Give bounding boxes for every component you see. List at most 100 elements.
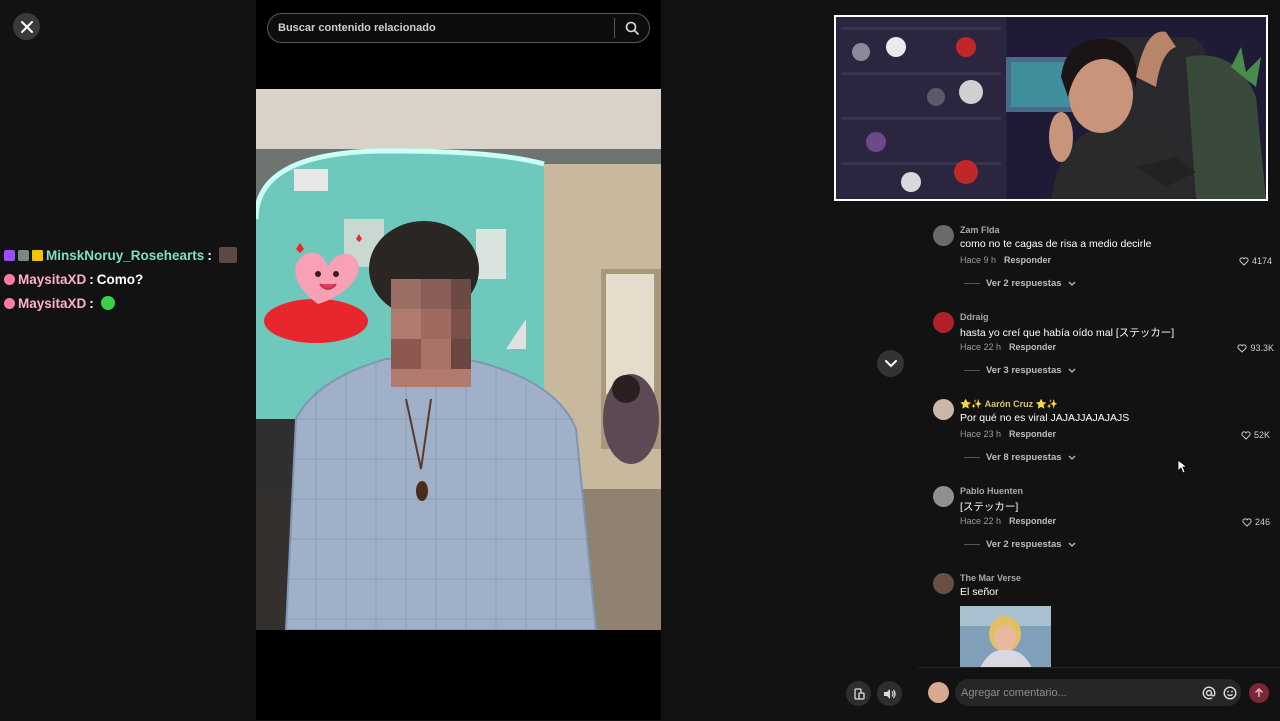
chat-username: MaysitaXD (18, 295, 87, 311)
emoji-icon (1223, 685, 1237, 700)
reply-button[interactable]: Responder (1009, 342, 1056, 352)
like-count: 4174 (1251, 256, 1272, 266)
chat-message: MinskNoruy_Rosehearts : (4, 243, 254, 267)
send-button[interactable] (1249, 683, 1269, 703)
avatar[interactable] (933, 399, 954, 420)
chat-message: MaysitaXD : Como? (4, 267, 254, 291)
replies-line (964, 544, 980, 545)
comment-time: Hace 9 h (960, 255, 997, 265)
view-replies-label: Ver 8 respuestas (986, 452, 1062, 463)
emote-icon (218, 247, 237, 263)
chat-separator: : (89, 295, 94, 311)
like-button[interactable]: 246 (1242, 517, 1270, 527)
device-icon (853, 687, 865, 700)
chat-message: MaysitaXD : (4, 291, 254, 315)
chevron-down-icon (1068, 542, 1075, 547)
replies-line (964, 457, 980, 458)
avatar[interactable] (933, 225, 954, 246)
mouse-cursor-icon (1177, 459, 1187, 474)
comment-username[interactable]: ⭐✨ Aarón Cruz ⭐✨ (960, 399, 1058, 410)
close-icon (20, 20, 33, 33)
replies-line (964, 283, 980, 284)
comment-text: [ステッカー] (960, 501, 1019, 513)
chat-separator: : (89, 271, 94, 287)
video-player[interactable] (256, 89, 661, 630)
heart-icon (1242, 517, 1252, 527)
badge-icon (4, 273, 15, 285)
speaker-icon (883, 688, 896, 699)
face-pixelation (391, 279, 471, 387)
miniplayer-button[interactable] (846, 681, 871, 706)
comment-meta: Hace 9 h Responder (960, 255, 1051, 265)
comment-meta: Hace 22 h Responder (960, 516, 1056, 526)
view-replies-label: Ver 2 respuestas (986, 539, 1062, 550)
comment-text: Por qué no es viral JAJAJJAJAJAJS (960, 412, 1130, 424)
chat-username: MaysitaXD (18, 271, 87, 287)
reply-button[interactable]: Responder (1004, 255, 1051, 265)
search-input[interactable] (268, 13, 614, 43)
chevron-down-icon (884, 359, 897, 367)
chat-username: MinskNoruy_Rosehearts (46, 247, 205, 263)
stream-chat: MinskNoruy_Rosehearts : MaysitaXD : Como… (4, 243, 254, 315)
comment-username[interactable]: Pablo Huenten (960, 486, 1023, 496)
comment-image[interactable] (960, 606, 1051, 667)
heart-icon (1237, 343, 1248, 353)
chevron-down-icon (1068, 368, 1075, 373)
my-avatar (928, 682, 949, 703)
comment-time: Hace 22 h (960, 342, 1002, 352)
like-button[interactable]: 4174 (1239, 256, 1272, 266)
badge-icon (4, 297, 15, 309)
view-replies-label: Ver 2 respuestas (986, 278, 1062, 289)
sticker-image (960, 606, 1051, 667)
arrow-up-icon (1254, 688, 1264, 697)
mention-button[interactable] (1199, 686, 1219, 700)
comment-username[interactable]: Zam Flda (960, 225, 1000, 235)
webcam-overlay (834, 15, 1268, 201)
comments-panel: Zam Flda como no te cagas de risa a medi… (918, 205, 1280, 667)
search-icon (625, 21, 639, 35)
search-button[interactable] (615, 14, 649, 42)
reply-button[interactable]: Responder (1009, 516, 1056, 526)
avatar[interactable] (933, 486, 954, 507)
comment-meta: Hace 23 h Responder (960, 429, 1056, 439)
view-replies-button[interactable]: Ver 2 respuestas (964, 278, 1076, 289)
comment-time: Hace 23 h (960, 429, 1002, 439)
comment-time: Hace 22 h (960, 516, 1002, 526)
badge-icon (18, 249, 29, 261)
comment-text: como no te cagas de risa a medio decirle (960, 238, 1152, 250)
emote-icon (100, 296, 115, 310)
avatar[interactable] (933, 312, 954, 333)
comment-input-box (955, 679, 1241, 706)
heart-icon (1239, 256, 1249, 266)
video-scene (256, 89, 661, 630)
like-button[interactable]: 52K (1241, 430, 1270, 440)
volume-button[interactable] (877, 681, 902, 706)
scroll-down-button[interactable] (877, 350, 904, 377)
comment-input[interactable] (955, 685, 1199, 700)
view-replies-button[interactable]: Ver 8 respuestas (964, 452, 1076, 463)
reply-button[interactable]: Responder (1009, 429, 1056, 439)
emoji-button[interactable] (1219, 685, 1241, 700)
comment-text: El señor (960, 586, 999, 598)
like-button[interactable]: 93.3K (1237, 343, 1274, 353)
replies-line (964, 370, 980, 371)
chevron-down-icon (1068, 281, 1075, 286)
at-icon (1202, 686, 1216, 699)
comment-username[interactable]: Ddraig (960, 312, 989, 322)
like-count: 52K (1253, 430, 1270, 440)
close-button[interactable] (13, 13, 40, 40)
chat-text: Como? (96, 271, 144, 287)
chat-separator: : (207, 247, 212, 263)
heart-icon (1241, 430, 1251, 440)
webcam-feed (836, 17, 1266, 199)
search-bar (267, 13, 650, 43)
avatar[interactable] (933, 573, 954, 594)
view-replies-button[interactable]: Ver 3 respuestas (964, 365, 1076, 376)
view-replies-label: Ver 3 respuestas (986, 365, 1062, 376)
chevron-down-icon (1068, 455, 1075, 460)
badge-icon (4, 249, 15, 261)
comment-username[interactable]: The Mar Verse (960, 573, 1021, 583)
crown-icon (32, 249, 43, 261)
view-replies-button[interactable]: Ver 2 respuestas (964, 539, 1076, 550)
comment-meta: Hace 22 h Responder (960, 342, 1056, 352)
